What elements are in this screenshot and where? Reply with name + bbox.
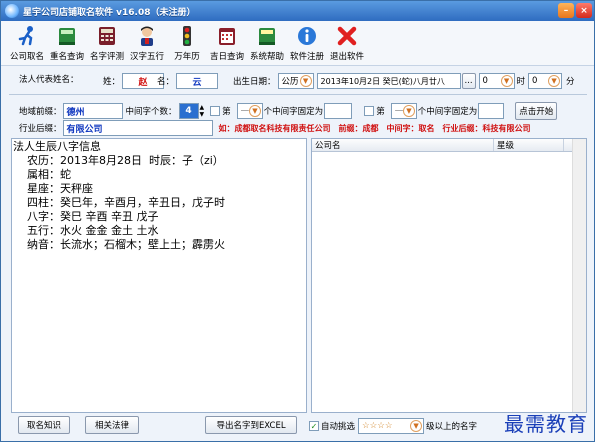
toolbar-company-naming[interactable]: 公司取名 <box>7 21 47 66</box>
example-mid: 中间字：取名 <box>386 123 435 133</box>
person-icon <box>135 24 159 48</box>
toolbar-name-evaluation[interactable]: 名字评测 <box>87 21 127 66</box>
hour-label: 时 <box>516 77 526 87</box>
given-name-input[interactable]: 云 <box>176 73 219 89</box>
star-level-select[interactable]: ☆☆☆☆ ▼ <box>358 418 425 434</box>
fix2-char-input[interactable] <box>478 103 505 119</box>
app-logo-icon <box>5 4 19 18</box>
bazi-line: 四柱：癸巳年，辛酉月，辛丑日，戊子时 <box>13 196 225 209</box>
close-button[interactable]: × <box>576 3 592 18</box>
surname-label: 姓： <box>103 77 121 87</box>
bazi-text: 法人生辰八字信息 农历：2013年8月28日 时辰：子（zi） 属相：蛇 星座：… <box>13 140 225 252</box>
bazi-line: 五行：水火 金金 金土 土水 <box>13 224 159 237</box>
mid-count-stepper[interactable]: 4 <box>178 103 199 119</box>
toolbar-register[interactable]: 软件注册 <box>287 21 327 66</box>
auto-select-suffix: 级以上的名字 <box>426 422 478 432</box>
minute-label: 分 <box>566 77 575 87</box>
auto-select-checkbox[interactable]: ✓ <box>309 421 319 431</box>
fix1-checkbox[interactable] <box>210 106 221 116</box>
example-suffix: 行业后缀：科技有限公司 <box>442 123 531 133</box>
toolbar-duplicate-check[interactable]: 重名查询 <box>47 21 87 66</box>
prefix-label: 地域前缀： <box>19 107 62 117</box>
bazi-line: 农历：2013年8月28日 时辰：子（zi） <box>13 154 224 167</box>
app-window: 星宇公司店铺取名软件 v16.08（未注册） – × 公司取名 重名查询 名字评… <box>0 0 595 442</box>
bazi-line: 八字：癸巳 辛酉 辛丑 戊子 <box>13 210 159 223</box>
prefix-input[interactable]: 德州 <box>62 103 123 119</box>
column-header-star[interactable]: 星级 <box>494 139 564 151</box>
naming-knowledge-button[interactable]: 取名知识 <box>18 416 70 434</box>
arrow-down-icon[interactable]: ▼ <box>200 111 205 118</box>
fix1-text: 个中间字固定为 <box>263 107 324 117</box>
divider <box>9 94 587 95</box>
results-grid-header: 公司名 星级 <box>312 139 586 152</box>
fix1-char-input[interactable] <box>324 103 353 119</box>
stepper-arrows[interactable]: ▲ ▼ <box>200 104 205 118</box>
fix2-text: 个中间字固定为 <box>417 107 478 117</box>
arrow-up-icon[interactable]: ▲ <box>200 104 205 111</box>
help-book-icon <box>255 24 279 48</box>
fix2-checkbox[interactable] <box>364 106 375 116</box>
suffix-input[interactable]: 有限公司 <box>62 120 213 136</box>
start-button[interactable]: 点击开始 <box>515 102 558 120</box>
date-picker-button[interactable]: ... <box>461 73 476 89</box>
fix1-position-select[interactable]: 一 ▼ <box>236 103 263 119</box>
calendar-type-select[interactable]: 公历 ▼ <box>277 73 314 89</box>
bazi-heading: 法人生辰八字信息 <box>13 140 101 153</box>
calendar-icon <box>215 24 239 48</box>
suffix-label: 行业后缀： <box>19 124 62 134</box>
book-icon <box>55 24 79 48</box>
export-excel-button[interactable]: 导出名字到EXCEL <box>205 416 297 434</box>
birth-date-label: 出生日期： <box>233 77 276 87</box>
runner-icon <box>15 24 39 48</box>
bazi-line: 属相：蛇 <box>13 168 71 181</box>
bazi-line: 纳音：长流水；石榴木；壁上土；霹雳火 <box>13 238 225 251</box>
title-bar: 星宇公司店铺取名软件 v16.08（未注册） – × <box>1 1 594 21</box>
results-grid[interactable]: 公司名 星级 <box>311 138 587 413</box>
main-toolbar: 公司取名 重名查询 名字评测 汉字五行 万年历 吉日查询 系统帮助 软件注册 退… <box>1 21 594 66</box>
exit-icon <box>335 24 359 48</box>
watermark-logo: 最需教育 <box>504 412 588 436</box>
related-law-button[interactable]: 相关法律 <box>85 416 139 434</box>
legal-rep-label: 法人代表姓名： <box>19 75 79 85</box>
chevron-down-icon: ▼ <box>548 75 561 87</box>
given-name-label: 名： <box>157 77 175 87</box>
calculator-icon <box>95 24 119 48</box>
toolbar-exit[interactable]: 退出软件 <box>327 21 367 66</box>
window-title: 星宇公司店铺取名软件 v16.08（未注册） <box>23 7 196 18</box>
toolbar-character-elements[interactable]: 汉字五行 <box>127 21 167 66</box>
chevron-down-icon: ▼ <box>299 75 312 87</box>
fix2-position-select[interactable]: 一 ▼ <box>390 103 417 119</box>
minute-select[interactable]: 0 ▼ <box>528 73 563 89</box>
column-header-name[interactable]: 公司名 <box>312 139 494 151</box>
chevron-down-icon: ▼ <box>500 75 513 87</box>
traffic-light-icon <box>175 24 199 48</box>
auto-select-label: 自动挑选 <box>321 422 356 432</box>
birth-date-input[interactable]: 2013年10月2日 癸巳(蛇)八月廿八 <box>316 73 461 89</box>
toolbar-auspicious-day[interactable]: 吉日查询 <box>207 21 247 66</box>
toolbar-help[interactable]: 系统帮助 <box>247 21 287 66</box>
hour-select[interactable]: 0 ▼ <box>478 73 515 89</box>
fix1-label: 第 <box>222 107 231 117</box>
info-icon <box>295 24 319 48</box>
vertical-scrollbar[interactable] <box>572 139 586 412</box>
bazi-panel: 法人生辰八字信息 农历：2013年8月28日 时辰：子（zi） 属相：蛇 星座：… <box>11 138 307 413</box>
example-prefix: 前缀：成都 <box>338 123 379 133</box>
chevron-down-icon: ▼ <box>410 420 423 432</box>
fix2-label: 第 <box>376 107 385 117</box>
chevron-down-icon: ▼ <box>249 105 261 117</box>
chevron-down-icon: ▼ <box>403 105 415 117</box>
toolbar-perpetual-calendar[interactable]: 万年历 <box>167 21 207 66</box>
example-text: 如：成都取名科技有限责任公司 <box>218 123 331 133</box>
bazi-line: 星座：天秤座 <box>13 182 93 195</box>
minimize-button[interactable]: – <box>558 3 574 18</box>
mid-count-label: 中间字个数： <box>125 107 177 117</box>
person-row: 法人代表姓名： <box>19 73 79 85</box>
